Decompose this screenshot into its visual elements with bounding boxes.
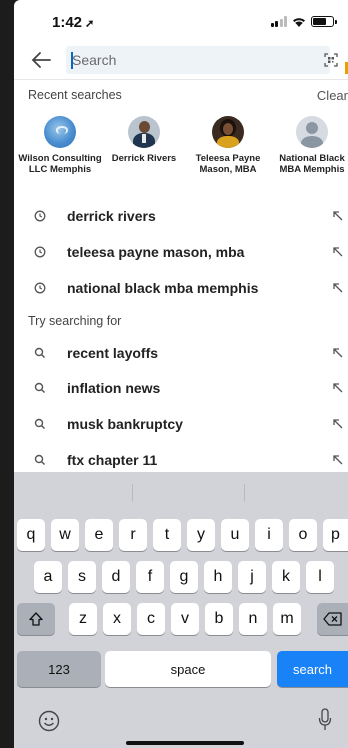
key-b[interactable]: b xyxy=(205,603,233,635)
recent-query-label: teleesa payne mason, mba xyxy=(67,244,245,260)
recent-query-row[interactable]: derrick rivers xyxy=(14,199,348,235)
fill-query-arrow-icon[interactable] xyxy=(332,246,343,257)
wifi-icon xyxy=(292,16,306,27)
emoji-icon[interactable] xyxy=(38,710,60,732)
key-n[interactable]: n xyxy=(239,603,267,635)
key-u[interactable]: u xyxy=(221,519,249,551)
search-input[interactable] xyxy=(66,46,330,74)
key-l[interactable]: l xyxy=(306,561,334,593)
key-c[interactable]: c xyxy=(137,603,165,635)
on-screen-keyboard: q w e r t y u i o p a s d f g h j k l z … xyxy=(14,472,348,748)
suggestion-label: recent layoffs xyxy=(67,345,159,361)
recent-profile[interactable]: Teleesa Payne Mason, MBA xyxy=(186,116,270,175)
profile-name: Derrick Rivers xyxy=(111,153,177,164)
suggestion-label: musk bankruptcy xyxy=(67,416,183,432)
key-j[interactable]: j xyxy=(238,561,266,593)
location-arrow-icon: ➚ xyxy=(85,18,95,30)
fill-query-arrow-icon[interactable] xyxy=(332,454,343,465)
key-x[interactable]: x xyxy=(103,603,131,635)
backspace-key[interactable] xyxy=(317,603,348,635)
key-s[interactable]: s xyxy=(68,561,96,593)
clear-recent-button[interactable]: Clear xyxy=(317,88,348,103)
key-w[interactable]: w xyxy=(51,519,79,551)
avatar xyxy=(128,116,160,148)
recent-profiles: Wilson Consulting LLC Memphis Derrick Ri… xyxy=(14,116,348,200)
fill-query-arrow-icon[interactable] xyxy=(332,418,343,429)
clock-icon xyxy=(34,210,46,222)
text-cursor xyxy=(71,52,73,69)
key-f[interactable]: f xyxy=(136,561,164,593)
avatar xyxy=(212,116,244,148)
status-bar: 1:42 ➚ xyxy=(14,0,348,44)
home-indicator xyxy=(126,741,244,745)
key-a[interactable]: a xyxy=(34,561,62,593)
clock-icon xyxy=(34,246,46,258)
key-v[interactable]: v xyxy=(171,603,199,635)
recent-query-row[interactable]: teleesa payne mason, mba xyxy=(14,235,348,271)
qr-code-scan-icon[interactable] xyxy=(324,53,338,67)
recent-profile[interactable]: National Black MBA Memphis xyxy=(270,116,348,175)
profile-name: Wilson Consulting LLC Memphis xyxy=(18,153,102,175)
recent-profile[interactable]: Derrick Rivers xyxy=(102,116,186,164)
fill-query-arrow-icon[interactable] xyxy=(332,282,343,293)
recent-searches-heading: Recent searches xyxy=(28,88,122,102)
search-icon xyxy=(34,382,46,394)
search-icon xyxy=(34,454,46,466)
key-z[interactable]: z xyxy=(69,603,97,635)
try-searching-heading: Try searching for xyxy=(28,314,122,328)
fill-query-arrow-icon[interactable] xyxy=(332,382,343,393)
recent-profile[interactable]: Wilson Consulting LLC Memphis xyxy=(18,116,102,175)
search-key[interactable]: search xyxy=(277,651,348,687)
key-k[interactable]: k xyxy=(272,561,300,593)
suggestion-row[interactable]: musk bankruptcy xyxy=(14,407,348,443)
status-time: 1:42 ➚ xyxy=(52,14,95,31)
avatar-placeholder xyxy=(296,116,328,148)
recent-query-row[interactable]: national black mba memphis xyxy=(14,271,348,307)
key-h[interactable]: h xyxy=(204,561,232,593)
key-y[interactable]: y xyxy=(187,519,215,551)
key-e[interactable]: e xyxy=(85,519,113,551)
fill-query-arrow-icon[interactable] xyxy=(332,210,343,221)
cellular-signal-icon xyxy=(270,16,287,27)
battery-icon xyxy=(311,16,337,27)
recent-query-label: derrick rivers xyxy=(67,208,156,224)
numbers-key[interactable]: 123 xyxy=(17,651,101,687)
search-icon xyxy=(34,347,46,359)
suggestion-row[interactable]: inflation news xyxy=(14,371,348,407)
key-q[interactable]: q xyxy=(17,519,45,551)
suggestion-label: ftx chapter 11 xyxy=(67,452,158,468)
header-divider xyxy=(14,79,348,80)
profile-name: Teleesa Payne Mason, MBA xyxy=(195,153,261,175)
key-d[interactable]: d xyxy=(102,561,130,593)
backspace-icon xyxy=(322,612,342,626)
key-r[interactable]: r xyxy=(119,519,147,551)
key-p[interactable]: p xyxy=(323,519,348,551)
key-i[interactable]: i xyxy=(255,519,283,551)
recent-query-label: national black mba memphis xyxy=(67,280,259,296)
predictive-text-bar xyxy=(14,472,348,514)
avatar xyxy=(44,116,76,148)
suggestion-label: inflation news xyxy=(67,380,161,396)
space-key[interactable]: space xyxy=(105,651,271,687)
microphone-icon[interactable] xyxy=(318,708,332,732)
key-o[interactable]: o xyxy=(289,519,317,551)
profile-name: National Black MBA Memphis xyxy=(279,153,345,175)
search-screen: 1:42➚ Recent searches Clear xyxy=(14,0,348,748)
key-t[interactable]: t xyxy=(153,519,181,551)
back-arrow-icon[interactable] xyxy=(30,50,52,70)
key-g[interactable]: g xyxy=(170,561,198,593)
suggestion-row[interactable]: recent layoffs xyxy=(14,336,348,372)
fill-query-arrow-icon[interactable] xyxy=(332,347,343,358)
search-icon xyxy=(34,418,46,430)
clock-icon xyxy=(34,282,46,294)
shift-icon xyxy=(29,612,43,626)
shift-key[interactable] xyxy=(17,603,55,635)
key-m[interactable]: m xyxy=(273,603,301,635)
